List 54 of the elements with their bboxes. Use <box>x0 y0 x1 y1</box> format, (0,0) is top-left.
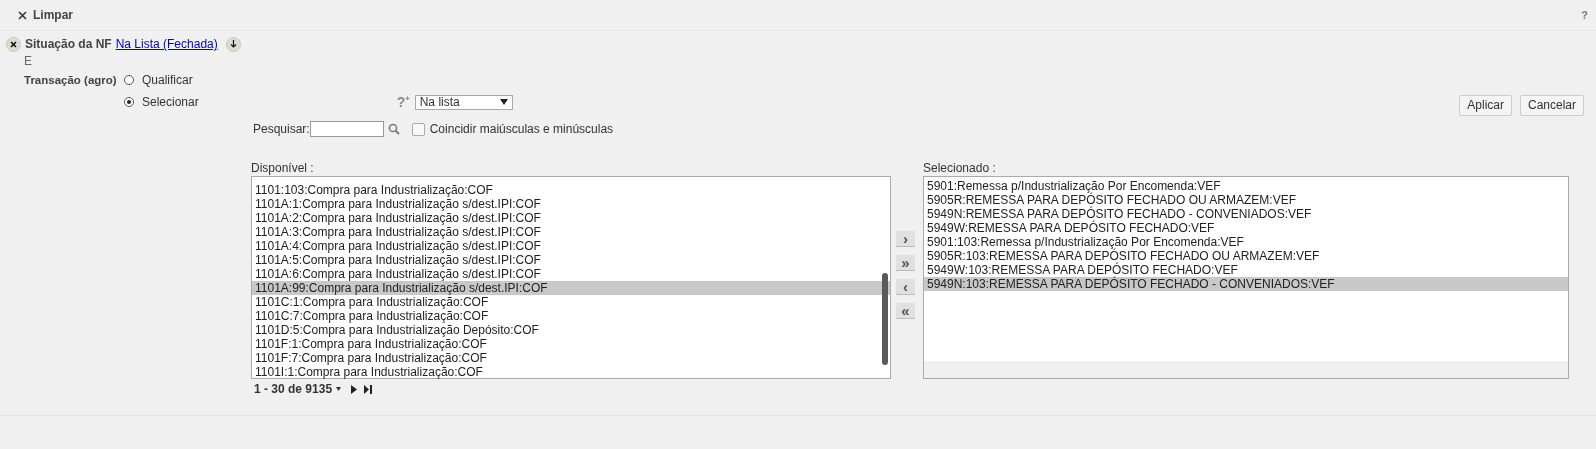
radio-icon[interactable] <box>124 97 134 107</box>
list-item[interactable]: 1101F:1:Compra para Industrialização:COF <box>252 337 890 351</box>
list-item[interactable]: 5905R:103:REMESSA PARA DEPÓSITO FECHADO OU ARMAZEM:VEF <box>924 249 1568 263</box>
list-item[interactable]: 1101A:1:Compra para Industrialização s/dest.IPI:COF <box>252 197 890 211</box>
checkbox[interactable] <box>411 122 425 136</box>
list-item[interactable]: 1101C:7:Compra para Industrialização:COF <box>252 309 890 323</box>
remove-filter-icon[interactable] <box>6 36 21 52</box>
scrollbar-thumb[interactable] <box>882 273 888 365</box>
list-item[interactable]: 1101F:7:Compra para Industrialização:COF <box>252 351 890 365</box>
transaction-label: Transação (agro) <box>24 74 117 86</box>
list-item[interactable]: 1101A:3:Compra para Industrialização s/dest.IPI:COF <box>252 225 890 239</box>
caret-icon[interactable] <box>336 387 342 391</box>
close-icon <box>18 10 27 20</box>
cancel-button[interactable]: Cancelar <box>1519 94 1584 116</box>
radio-option[interactable]: Selecionar <box>124 95 199 109</box>
search-label: Pesquisar: <box>253 122 310 136</box>
apply-button[interactable]: Aplicar <box>1459 94 1512 116</box>
list-item[interactable]: 5949W:103:REMESSA PARA DEPÓSITO FECHADO:VEF <box>924 263 1568 277</box>
move-button[interactable]: » <box>896 255 915 271</box>
list-item[interactable]: 5949W:REMESSA PARA DEPÓSITO FECHADO:VEF <box>924 221 1568 235</box>
move-button[interactable]: « <box>896 303 915 319</box>
list-item[interactable]: 1101A:6:Compra para Industrialização s/dest.IPI:COF <box>252 267 890 281</box>
filter-label: Situação da NF <box>25 37 112 51</box>
list-item[interactable]: 1101A:99:Compra para Industrialização s/dest.IPI:COF <box>252 281 890 295</box>
search-icon[interactable] <box>387 123 400 135</box>
match-case-label: Coincidir maiúsculas e minúsculas <box>429 122 614 136</box>
radio-option[interactable]: Qualificar <box>124 73 193 87</box>
filter-value-link[interactable]: Na Lista (Fechada) <box>115 37 218 51</box>
list-item[interactable]: 1101A:2:Compra para Industrialização s/dest.IPI:COF <box>252 211 890 225</box>
list-item[interactable]: 5901:103:Remessa p/Industrialização Por Encomenda:VEF <box>924 235 1568 249</box>
pagination-label[interactable]: 1 - 30 de 9135 <box>254 382 333 396</box>
list-item[interactable]: 5905R:REMESSA PARA DEPÓSITO FECHADO OU ARMAZEM:VEF <box>924 193 1568 207</box>
list-item[interactable]: 1101:103:Compra para Industrialização:COF <box>252 183 890 197</box>
conjunction-label: E <box>24 54 32 68</box>
list-item[interactable]: 1101A:5:Compra para Industrialização s/dest.IPI:COF <box>252 253 890 267</box>
move-button[interactable]: ‹ <box>896 279 915 295</box>
last-page-icon[interactable] <box>364 384 373 394</box>
clear-button[interactable]: Limpar <box>18 8 73 22</box>
move-button[interactable]: › <box>896 231 915 247</box>
radio-icon[interactable] <box>124 75 134 85</box>
caret-icon[interactable] <box>499 99 508 105</box>
help-link[interactable]: ? <box>1581 9 1588 21</box>
list-item[interactable]: 1101D:5:Compra para Industrialização Depósito:COF <box>252 323 890 337</box>
operator-dropdown[interactable]: Na lista <box>414 94 513 110</box>
selected-label: Selecionado : <box>923 161 997 175</box>
list-item[interactable]: 5949N:103:REMESSA PARA DEPÓSITO FECHADO - CONVENIADOS:VEF <box>924 277 1568 291</box>
search-field[interactable] <box>309 121 384 137</box>
next-page-icon[interactable] <box>351 384 358 394</box>
list-item[interactable]: 1101C:1:Compra para Industrialização:COF <box>252 295 890 309</box>
list-item[interactable]: 1101I:1:Compra para Industrialização:COF <box>252 365 890 379</box>
list-item[interactable]: 5901:Remessa p/Industrialização Por Encomenda:VEF <box>924 179 1568 193</box>
list-item[interactable]: 5949N:REMESSA PARA DEPÓSITO FECHADO - CONVENIADOS:VEF <box>924 207 1568 221</box>
list-item[interactable]: 1101A:4:Compra para Industrialização s/dest.IPI:COF <box>252 239 890 253</box>
available-label: Disponível : <box>251 161 315 175</box>
